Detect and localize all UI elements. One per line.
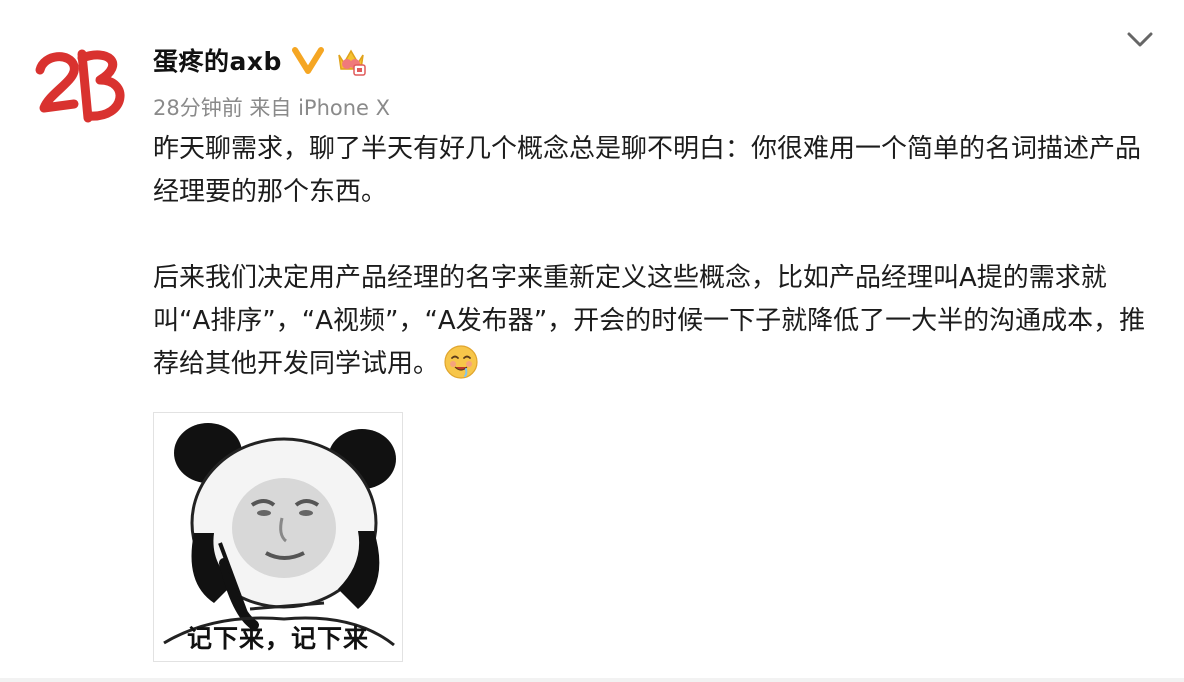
post-time: 28分钟前 <box>153 96 243 120</box>
username[interactable]: 蛋疼的axb <box>153 42 282 78</box>
post-body: 昨天聊需求，聊了半天有好几个概念总是聊不明白：你很难用一个简单的名词描述产品经理… <box>153 128 1163 386</box>
post-meta: 28分钟前 来自 iPhone X <box>153 92 390 122</box>
post-header: 蛋疼的axb <box>153 41 368 79</box>
verified-v-icon <box>291 47 324 74</box>
post-paragraph-2: 后来我们决定用产品经理的名字来重新定义这些概念，比如产品经理叫A提的需求就叫“A… <box>153 257 1163 386</box>
post-source[interactable]: 来自 iPhone X <box>249 96 390 120</box>
vip-crown-icon[interactable] <box>334 43 368 77</box>
image-caption: 记下来，记下来 <box>186 624 369 653</box>
post-paragraph-2-text: 后来我们决定用产品经理的名字来重新定义这些概念，比如产品经理叫A提的需求就叫“A… <box>153 263 1146 379</box>
drooling-face-emoji <box>444 345 478 379</box>
post-paragraph-1: 昨天聊需求，聊了半天有好几个概念总是聊不明白：你很难用一个简单的名词描述产品经理… <box>153 134 1142 207</box>
post-image[interactable]: 记下来，记下来 <box>153 412 403 662</box>
divider <box>0 678 1184 682</box>
avatar[interactable] <box>30 40 134 130</box>
chevron-down-icon[interactable] <box>1124 28 1156 52</box>
